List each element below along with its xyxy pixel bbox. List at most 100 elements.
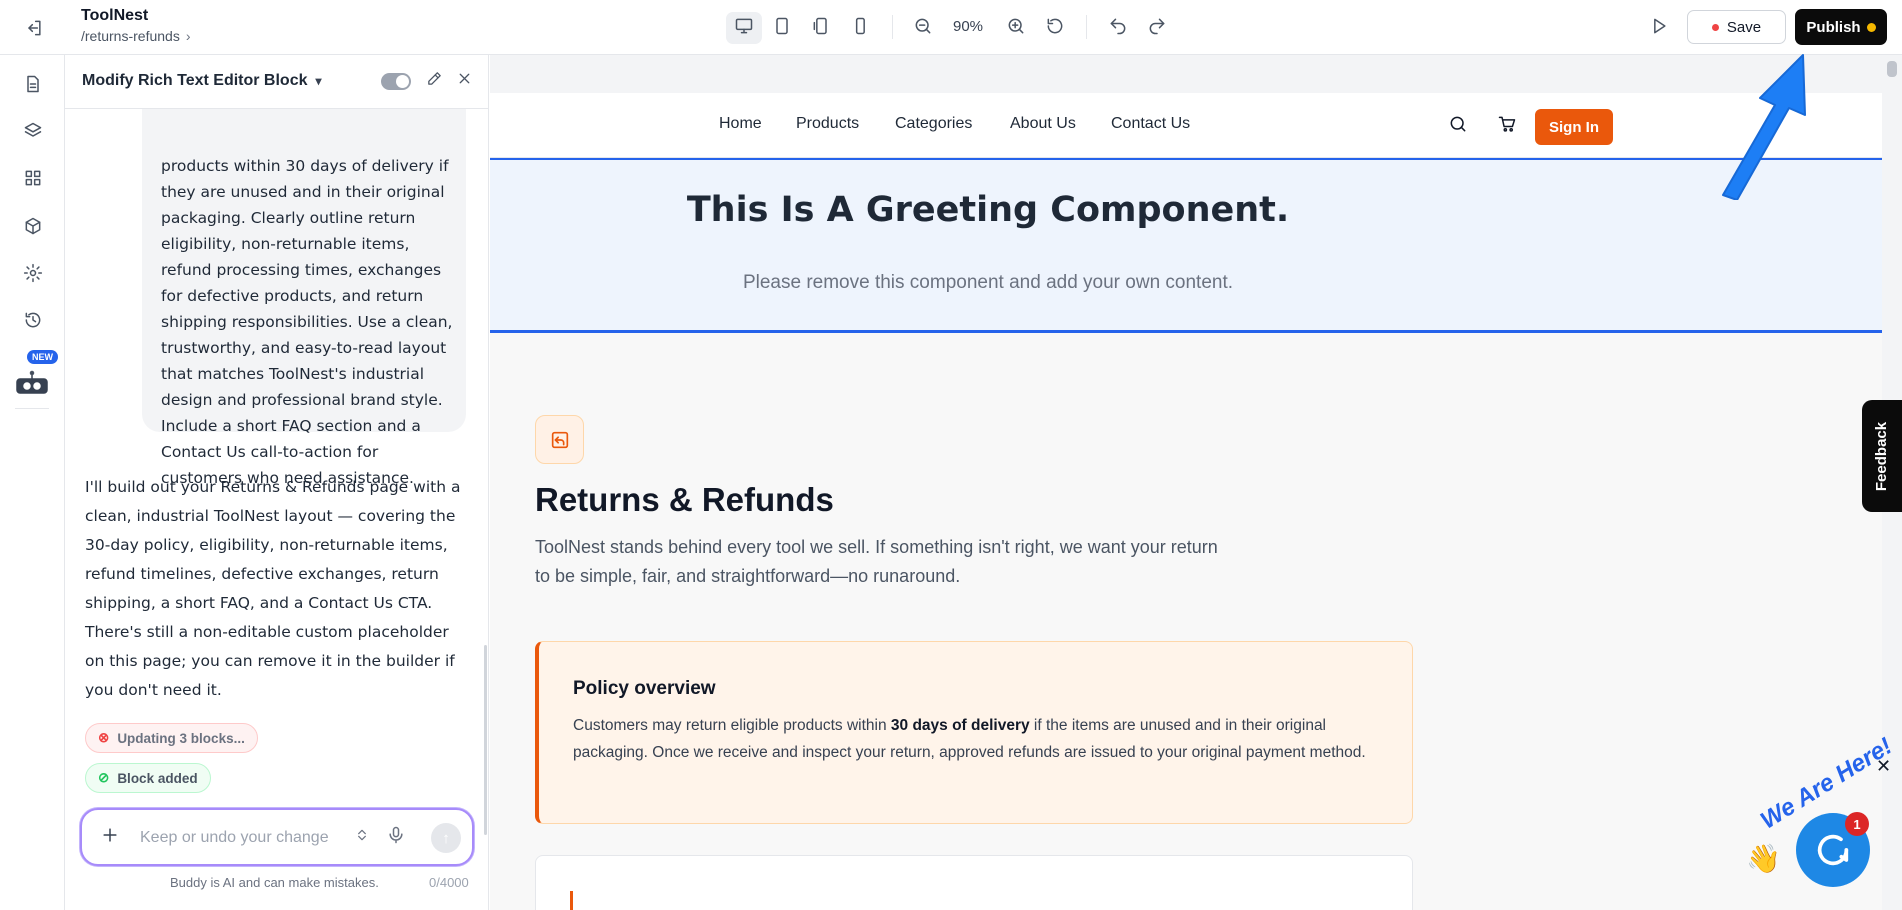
close-icon [456, 70, 473, 92]
publish-label: Publish [1806, 18, 1861, 36]
chevron-down-icon: ▾ [315, 74, 322, 88]
redo-button[interactable] [1141, 12, 1173, 44]
site-search-button[interactable] [1446, 114, 1470, 138]
nav-about-us[interactable]: About Us [1010, 115, 1076, 133]
site-navbar: Home Products Categories About Us Contac… [490, 93, 1882, 158]
user-message: products within 30 days of delivery if t… [142, 91, 466, 487]
policy-title: Policy overview [573, 678, 716, 699]
tablet-landscape-icon [811, 16, 831, 41]
preview-button[interactable] [1643, 12, 1675, 44]
assistant-message: I'll build out your Returns & Refunds pa… [85, 478, 461, 699]
layers-button[interactable] [18, 118, 48, 148]
publish-button[interactable]: Publish [1795, 9, 1887, 45]
desktop-icon [734, 16, 754, 41]
feedback-tab[interactable]: Feedback [1862, 400, 1902, 512]
page-path: /returns-refunds [81, 28, 180, 44]
attach-button[interactable] [98, 825, 122, 849]
chat-input-placeholder: Keep or undo your change [140, 829, 329, 846]
save-button[interactable]: Save [1687, 10, 1786, 44]
phone-icon [850, 16, 870, 41]
gear-icon [23, 263, 43, 288]
cube-icon [23, 216, 43, 241]
status-updating-badge: ⊗ Updating 3 blocks... [85, 723, 258, 753]
greeting-component[interactable]: This Is A Greeting Component. Please rem… [490, 158, 1882, 333]
page-heading: Returns & Refunds [535, 481, 834, 518]
ai-edit-panel: Modify Rich Text Editor Block ▾ products… [65, 55, 489, 910]
tablet-view-button[interactable] [764, 12, 800, 44]
zoom-in-icon [1006, 16, 1026, 41]
tablet-icon [772, 16, 792, 41]
greeting-subtitle: Please remove this component and add you… [742, 272, 1234, 293]
divider [892, 15, 893, 39]
zoom-out-icon [913, 16, 933, 41]
panel-header: Modify Rich Text Editor Block ▾ [65, 55, 488, 109]
components-button[interactable] [18, 213, 48, 243]
error-circle-icon: ⊗ [98, 730, 110, 745]
grid-icon [23, 168, 43, 193]
history-icon [23, 310, 43, 335]
check-circle-icon: ⊘ [98, 770, 110, 785]
status-added-text: Block added [117, 770, 198, 786]
nav-home[interactable]: Home [719, 115, 762, 133]
model-selector-button[interactable] [352, 825, 372, 849]
undo-button[interactable] [1102, 12, 1134, 44]
new-badge: NEW [27, 350, 58, 364]
nav-products[interactable]: Products [796, 115, 859, 133]
policy-text-lead: Customers may return eligible products w… [573, 717, 891, 734]
feedback-label: Feedback [1873, 421, 1891, 491]
canvas-top-strip [490, 55, 1882, 93]
microphone-icon [386, 825, 406, 850]
page-path-selector[interactable]: /returns-refunds › [81, 28, 191, 44]
edit-block-button[interactable] [423, 70, 445, 92]
site-cart-button[interactable] [1495, 114, 1519, 138]
voice-input-button[interactable] [384, 825, 408, 849]
layers-icon [23, 121, 43, 146]
next-section-card[interactable] [535, 855, 1413, 910]
tablet-landscape-view-button[interactable] [803, 12, 839, 44]
block-toggle[interactable] [381, 73, 411, 90]
policy-text: Customers may return eligible products w… [573, 712, 1393, 766]
nav-categories[interactable]: Categories [895, 115, 972, 133]
ai-disclaimer: Buddy is AI and can make mistakes. [170, 875, 379, 890]
reset-icon [1045, 16, 1065, 41]
save-label: Save [1726, 18, 1762, 36]
page-icon [23, 74, 43, 99]
return-icon [535, 415, 584, 464]
page-canvas[interactable]: Home Products Categories About Us Contac… [490, 55, 1882, 910]
divider [1086, 15, 1087, 39]
panel-title: Modify Rich Text Editor Block [82, 72, 308, 89]
user-message-text: products within 30 days of delivery if t… [161, 157, 453, 487]
character-counter: 0/4000 [429, 875, 469, 890]
phone-view-button[interactable] [842, 12, 878, 44]
zoom-in-button[interactable] [1000, 12, 1032, 44]
close-panel-button[interactable] [453, 70, 475, 92]
reset-zoom-button[interactable] [1039, 12, 1071, 44]
ai-assistant-button[interactable] [13, 370, 51, 402]
send-button[interactable]: ↑ [431, 823, 461, 853]
history-button[interactable] [18, 307, 48, 337]
scrollbar-thumb[interactable] [1887, 61, 1897, 77]
block-selector[interactable]: Modify Rich Text Editor Block ▾ [82, 72, 322, 90]
policy-overview-card[interactable]: Policy overview Customers may return eli… [535, 641, 1413, 824]
exit-icon[interactable] [22, 16, 46, 40]
pages-button[interactable] [18, 71, 48, 101]
waving-hand-icon: 👋 [1746, 843, 1781, 874]
nav-contact-us[interactable]: Contact Us [1111, 115, 1190, 133]
sign-in-button[interactable]: Sign In [1535, 109, 1613, 145]
chevron-right-icon: › [185, 28, 191, 44]
blocks-button[interactable] [18, 165, 48, 195]
panel-scrollbar[interactable] [484, 645, 487, 835]
edit-icon [426, 70, 443, 92]
desktop-view-button[interactable] [726, 12, 762, 44]
redo-icon [1147, 16, 1167, 41]
unread-count-badge: 1 [1845, 812, 1869, 836]
site-name: ToolNest [81, 7, 149, 24]
status-updating-text: Updating 3 blocks... [117, 730, 245, 746]
settings-button[interactable] [18, 260, 48, 290]
zoom-out-button[interactable] [907, 12, 939, 44]
play-icon [1649, 16, 1669, 41]
zoom-level: 90% [953, 18, 984, 35]
search-icon [1448, 114, 1468, 139]
divider [15, 408, 49, 409]
chat-input[interactable]: Keep or undo your change ↑ [80, 808, 474, 866]
